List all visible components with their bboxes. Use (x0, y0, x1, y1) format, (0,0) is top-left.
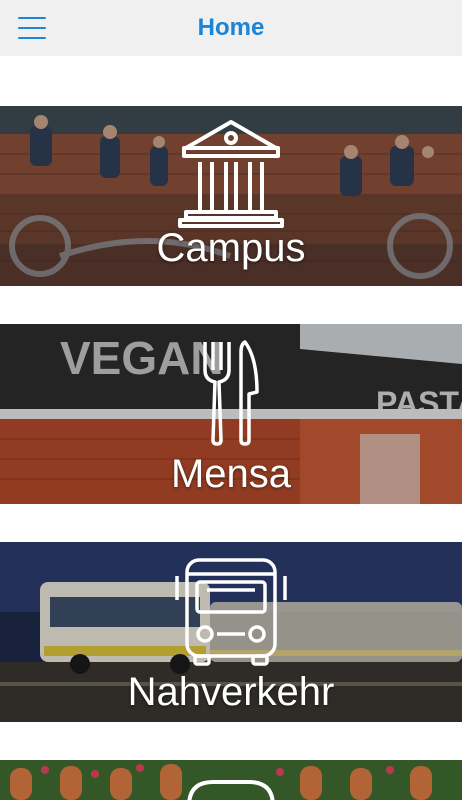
tile-label-mensa: Mensa (170, 452, 292, 496)
tile-nahverkehr[interactable]: Nahverkehr (0, 542, 462, 722)
tile-label-campus: Campus (156, 226, 306, 270)
tile-partial[interactable] (0, 760, 462, 800)
partial-icon (187, 780, 275, 800)
bus-icon (175, 558, 287, 666)
app-header: Home (0, 0, 462, 56)
fork-knife-icon (203, 340, 259, 446)
page-title: Home (197, 14, 265, 41)
building-columns-icon (178, 120, 284, 228)
tile-label-nahverkehr: Nahverkehr (127, 670, 335, 714)
tile-mensa[interactable]: VEGAN PASTA Mensa (0, 324, 462, 504)
tile-campus[interactable]: Campus (0, 106, 462, 286)
